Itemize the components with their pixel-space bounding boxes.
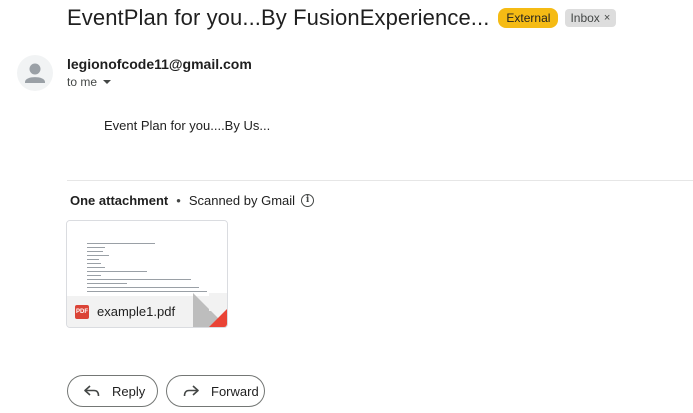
separator-dot: • (176, 193, 181, 208)
attachment-count: One attachment (70, 193, 169, 208)
default-avatar-icon (25, 63, 45, 83)
external-badge: External (498, 8, 559, 28)
attachment-card[interactable]: PDF example1.pdf (66, 220, 228, 328)
info-icon[interactable]: i (301, 194, 315, 207)
email-subject: EventPlan for you...By FusionExperience.… (67, 5, 490, 30)
forward-icon (183, 385, 199, 397)
sender-email[interactable]: legionofcode11@gmail.com (67, 56, 252, 72)
inbox-label-text: Inbox (570, 11, 600, 25)
attachments-header: One attachment • Scanned by Gmail i (70, 193, 315, 208)
reply-label: Reply (112, 383, 146, 399)
reply-button[interactable]: Reply (67, 375, 158, 407)
subject-row: EventPlan for you...By FusionExperience.… (67, 5, 617, 31)
forward-button[interactable]: Forward (166, 375, 265, 407)
remove-label-icon[interactable]: × (604, 10, 610, 26)
reply-icon (84, 385, 100, 397)
pdf-icon: PDF (75, 304, 89, 319)
inbox-label-chip[interactable]: Inbox × (565, 9, 617, 27)
divider (67, 180, 693, 181)
email-view: EventPlan for you...By FusionExperience.… (0, 0, 693, 413)
forward-label: Forward (211, 383, 259, 399)
attachment-filename: example1.pdf (97, 304, 176, 319)
recipient-details-toggle[interactable]: to me (67, 75, 112, 89)
recipient-label: to me (67, 75, 98, 89)
caret-down-icon (103, 80, 112, 84)
sender-avatar[interactable] (17, 55, 53, 91)
scanned-label: Scanned by Gmail (188, 193, 296, 208)
attachment-preview-thumbnail (67, 221, 227, 296)
pdf-corner-icon (209, 309, 227, 327)
email-body: Event Plan for you....By Us... (104, 118, 271, 133)
